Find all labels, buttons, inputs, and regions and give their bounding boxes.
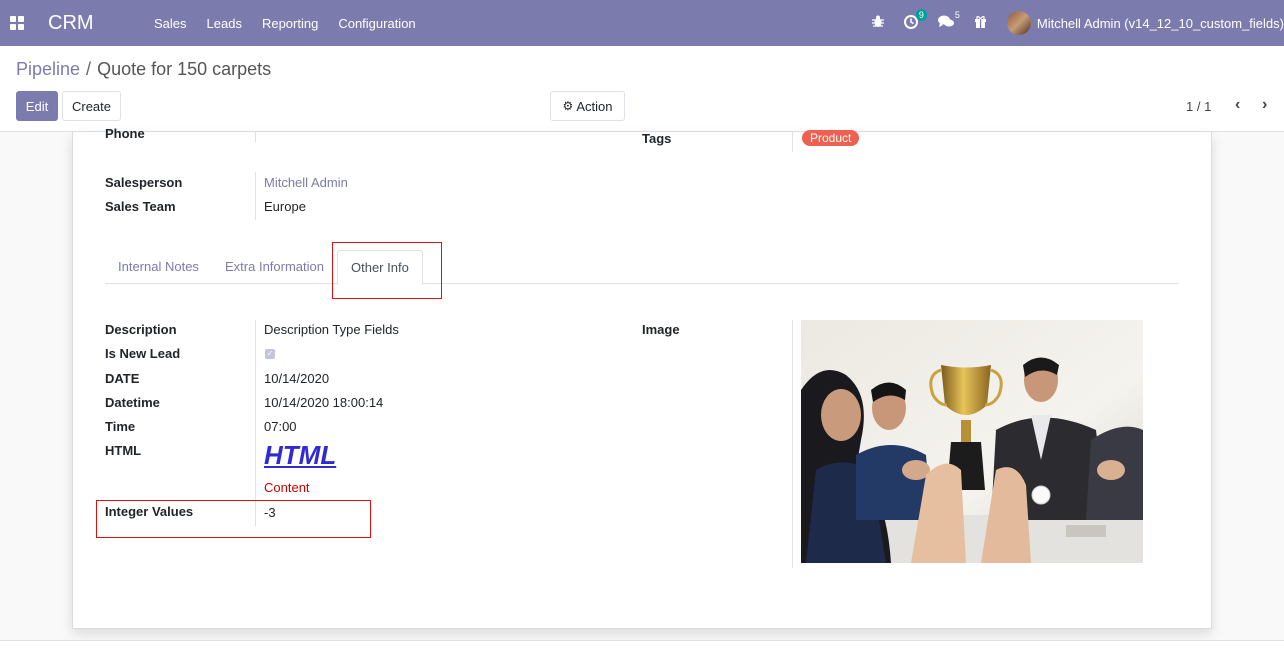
pager-value[interactable]: 1 / 1: [1186, 99, 1211, 114]
field-divider: [792, 132, 793, 152]
tags-label: Tags: [642, 131, 672, 146]
field-divider: [255, 132, 256, 142]
phone-label: Phone: [105, 126, 145, 141]
systray: 9 5 Mitchell Admin (v14_12_10_custom_fie…: [871, 0, 1284, 46]
pager-next-icon[interactable]: ›: [1262, 96, 1267, 114]
salesperson-value[interactable]: Mitchell Admin: [264, 175, 348, 190]
pager-previous-icon[interactable]: ‹: [1235, 96, 1240, 114]
app-brand[interactable]: CRM: [48, 12, 132, 35]
date-value: 10/14/2020: [264, 371, 330, 386]
description-value: Description Type Fields: [264, 322, 399, 337]
tab-internal-notes[interactable]: Internal Notes: [105, 250, 212, 284]
message-count-badge: 5: [954, 10, 960, 20]
chatter-area: [0, 640, 1284, 669]
main-menu: Sales Leads Reporting Configuration: [154, 16, 436, 31]
user-avatar[interactable]: [1006, 11, 1031, 35]
time-value: 07:00: [264, 419, 297, 434]
is-new-lead-label: Is New Lead: [105, 346, 181, 361]
datetime-value: 10/14/2020 18:00:14: [264, 395, 384, 410]
activity-count-badge: 9: [915, 8, 927, 21]
trophy-image[interactable]: [801, 320, 1143, 563]
menu-configuration[interactable]: Configuration: [338, 16, 415, 31]
field-divider: [255, 172, 256, 220]
sales-team-label: Sales Team: [105, 199, 176, 214]
gear-icon: ⚙: [562, 99, 574, 113]
tab-extra-information[interactable]: Extra Information: [212, 250, 337, 284]
integer-values-label: Integer Values: [105, 504, 194, 519]
html-label: HTML: [105, 443, 142, 458]
date-label: DATE: [105, 371, 140, 386]
datetime-label: Datetime: [105, 395, 160, 410]
is-new-lead-checkbox[interactable]: ✓: [265, 349, 275, 359]
action-label: Action: [576, 98, 613, 114]
messages-icon[interactable]: 5: [937, 10, 960, 31]
gift-icon[interactable]: [974, 15, 987, 31]
action-button[interactable]: ⚙ Action: [550, 91, 625, 121]
html-content: Content: [264, 480, 310, 495]
salesperson-label: Salesperson: [105, 175, 183, 190]
form-sheet: Phone Tags Product Salesperson Mitchell …: [72, 126, 1212, 629]
description-label: Description: [105, 322, 177, 337]
sales-team-value: Europe: [264, 199, 306, 214]
notebook-tabs: Internal Notes Extra Information Other I…: [105, 250, 1179, 285]
breadcrumb-separator: /: [86, 59, 92, 79]
bug-icon[interactable]: [871, 15, 884, 31]
breadcrumb-current: Quote for 150 carpets: [97, 59, 272, 79]
top-navbar: CRM Sales Leads Reporting Configuration …: [0, 0, 1284, 46]
create-button[interactable]: Create: [62, 91, 121, 121]
menu-leads[interactable]: Leads: [207, 16, 242, 31]
apps-menu-icon[interactable]: [10, 16, 24, 30]
field-divider: [255, 320, 256, 526]
menu-reporting[interactable]: Reporting: [262, 16, 318, 31]
field-divider: [792, 320, 793, 568]
edit-button[interactable]: Edit: [16, 91, 58, 121]
activity-clock-icon[interactable]: 9: [903, 8, 927, 32]
html-heading[interactable]: HTML: [264, 440, 336, 471]
user-menu[interactable]: Mitchell Admin (v14_12_10_custom_fields): [1037, 16, 1284, 31]
menu-sales[interactable]: Sales: [154, 16, 187, 31]
image-label: Image: [642, 322, 680, 337]
control-panel: Pipeline / Quote for 150 carpets Edit Cr…: [0, 46, 1284, 132]
breadcrumb-pipeline[interactable]: Pipeline: [16, 59, 80, 80]
time-label: Time: [105, 419, 136, 434]
integer-values-value: -3: [264, 505, 276, 520]
breadcrumb: Pipeline / Quote for 150 carpets: [16, 59, 271, 80]
tab-other-info[interactable]: Other Info: [337, 250, 423, 285]
tag-product[interactable]: Product: [802, 130, 860, 146]
